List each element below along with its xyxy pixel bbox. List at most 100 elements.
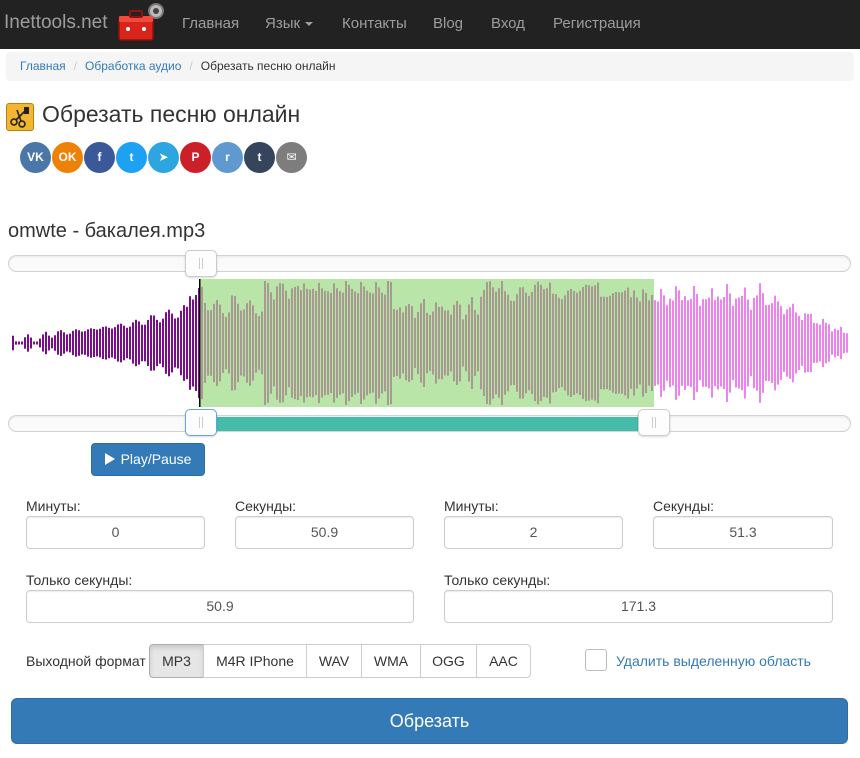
waveform-bar bbox=[567, 290, 569, 396]
waveform-bar bbox=[489, 281, 491, 405]
reddit-icon[interactable]: r bbox=[212, 142, 243, 173]
vk-icon[interactable]: VK bbox=[20, 142, 51, 173]
waveform-bar bbox=[369, 292, 371, 394]
waveform-bar bbox=[612, 293, 614, 393]
waveform-bar bbox=[144, 324, 146, 362]
waveform-bar bbox=[165, 312, 167, 374]
waveform-bar bbox=[543, 289, 545, 397]
waveform-bar bbox=[147, 320, 149, 366]
waveform-bar bbox=[660, 288, 662, 398]
waveform-bar bbox=[537, 281, 539, 405]
nav-login[interactable]: Вход bbox=[491, 15, 525, 32]
format-m4r-button[interactable]: M4R IPhone bbox=[203, 644, 307, 678]
waveform-bar bbox=[513, 300, 515, 386]
brand-name[interactable]: Inettools.net bbox=[4, 12, 108, 34]
waveform-bar bbox=[663, 295, 665, 391]
waveform-bar bbox=[438, 306, 440, 380]
position-slider[interactable] bbox=[8, 255, 851, 272]
email-icon[interactable]: ✉ bbox=[276, 142, 307, 173]
waveform-bar bbox=[672, 300, 674, 386]
end-minutes-input[interactable]: 2 bbox=[444, 516, 623, 549]
waveform-bar bbox=[813, 322, 815, 364]
waveform-bar bbox=[546, 288, 548, 398]
waveform-bar bbox=[330, 292, 332, 394]
waveform-bar bbox=[24, 337, 26, 349]
format-ogg-button[interactable]: OGG bbox=[420, 644, 477, 678]
waveform-bar bbox=[834, 328, 836, 358]
waveform-bar bbox=[498, 288, 500, 398]
waveform-bar bbox=[789, 307, 791, 379]
format-aac-button[interactable]: AAC bbox=[476, 644, 531, 678]
nav-home[interactable]: Главная bbox=[182, 15, 239, 32]
file-name: omwte - бакалея.mp3 bbox=[8, 220, 206, 242]
waveform-bar bbox=[96, 329, 98, 357]
waveform-bar bbox=[729, 293, 731, 393]
position-slider-handle[interactable] bbox=[185, 250, 217, 277]
trim-button[interactable]: Обрезать bbox=[11, 698, 848, 744]
odnoklassniki-icon[interactable]: OK bbox=[52, 142, 83, 173]
twitter-icon[interactable]: t bbox=[116, 142, 147, 173]
waveform-bar bbox=[549, 282, 551, 404]
waveform-bar bbox=[327, 291, 329, 395]
facebook-icon[interactable]: f bbox=[84, 142, 115, 173]
waveform-bar bbox=[270, 292, 272, 394]
range-slider-selection bbox=[217, 417, 639, 431]
waveform-bar bbox=[48, 335, 50, 351]
waveform-bar bbox=[465, 314, 467, 372]
waveform-bar bbox=[123, 325, 125, 361]
waveform-bar bbox=[264, 281, 266, 405]
breadcrumb-home[interactable]: Главная bbox=[20, 59, 66, 73]
waveform-bar bbox=[483, 289, 485, 397]
start-only-seconds-input[interactable]: 50.9 bbox=[26, 590, 414, 623]
waveform-bar bbox=[180, 310, 182, 376]
pinterest-icon[interactable]: P bbox=[180, 142, 211, 173]
nav-blog[interactable]: Blog bbox=[433, 15, 463, 32]
format-wav-button[interactable]: WAV bbox=[306, 644, 362, 678]
tumblr-icon[interactable]: t bbox=[244, 142, 275, 173]
end-only-seconds-input[interactable]: 171.3 bbox=[444, 590, 833, 623]
waveform-bar bbox=[258, 316, 260, 370]
waveform-bar bbox=[588, 285, 590, 401]
waveform-bar bbox=[726, 284, 728, 402]
start-minutes-input[interactable]: 0 bbox=[26, 516, 205, 549]
play-pause-button[interactable]: Play/Pause bbox=[91, 443, 205, 476]
start-seconds-input[interactable]: 50.9 bbox=[235, 516, 414, 549]
waveform-bar bbox=[807, 313, 809, 373]
audio-waveform[interactable] bbox=[8, 279, 851, 407]
waveform-bar bbox=[477, 314, 479, 372]
waveform-bar bbox=[474, 309, 476, 377]
breadcrumb-audio[interactable]: Обработка аудио bbox=[85, 59, 181, 73]
range-start-handle[interactable] bbox=[185, 409, 217, 436]
waveform-bar bbox=[240, 310, 242, 376]
toolbox-logo-icon[interactable] bbox=[116, 2, 168, 46]
breadcrumb: Главная / Обработка аудио / Обрезать песню о… bbox=[6, 52, 854, 81]
waveform-bar bbox=[732, 305, 734, 381]
nav-contacts[interactable]: Контакты bbox=[342, 15, 407, 32]
delete-selection-label[interactable]: Удалить выделенную область bbox=[616, 653, 811, 669]
telegram-icon[interactable]: ➤ bbox=[148, 142, 179, 173]
waveform-bar bbox=[744, 287, 746, 399]
range-end-handle[interactable] bbox=[638, 409, 670, 436]
waveform-bar bbox=[783, 314, 785, 372]
waveform-bar bbox=[609, 295, 611, 391]
format-wma-button[interactable]: WMA bbox=[361, 644, 421, 678]
waveform-bar bbox=[423, 298, 425, 388]
waveform-bar bbox=[687, 300, 689, 386]
waveform-bar bbox=[303, 283, 305, 403]
waveform-bar bbox=[693, 286, 695, 400]
nav-language[interactable]: Язык bbox=[265, 15, 314, 32]
waveform-bar bbox=[390, 281, 392, 405]
start-minutes-label: Минуты: bbox=[26, 498, 81, 514]
delete-selection-checkbox[interactable] bbox=[585, 649, 607, 671]
waveform-bar bbox=[666, 305, 668, 381]
nav-register[interactable]: Регистрация bbox=[553, 15, 641, 32]
waveform-bar bbox=[816, 323, 818, 363]
format-mp3-button[interactable]: MP3 bbox=[149, 644, 204, 678]
waveform-bar bbox=[633, 290, 635, 396]
waveform-bar bbox=[57, 331, 59, 355]
waveform-bar bbox=[294, 286, 296, 400]
waveform-bar bbox=[651, 294, 653, 392]
waveform-bar bbox=[12, 335, 14, 351]
end-seconds-input[interactable]: 51.3 bbox=[653, 516, 833, 549]
waveform-bar bbox=[51, 337, 53, 349]
